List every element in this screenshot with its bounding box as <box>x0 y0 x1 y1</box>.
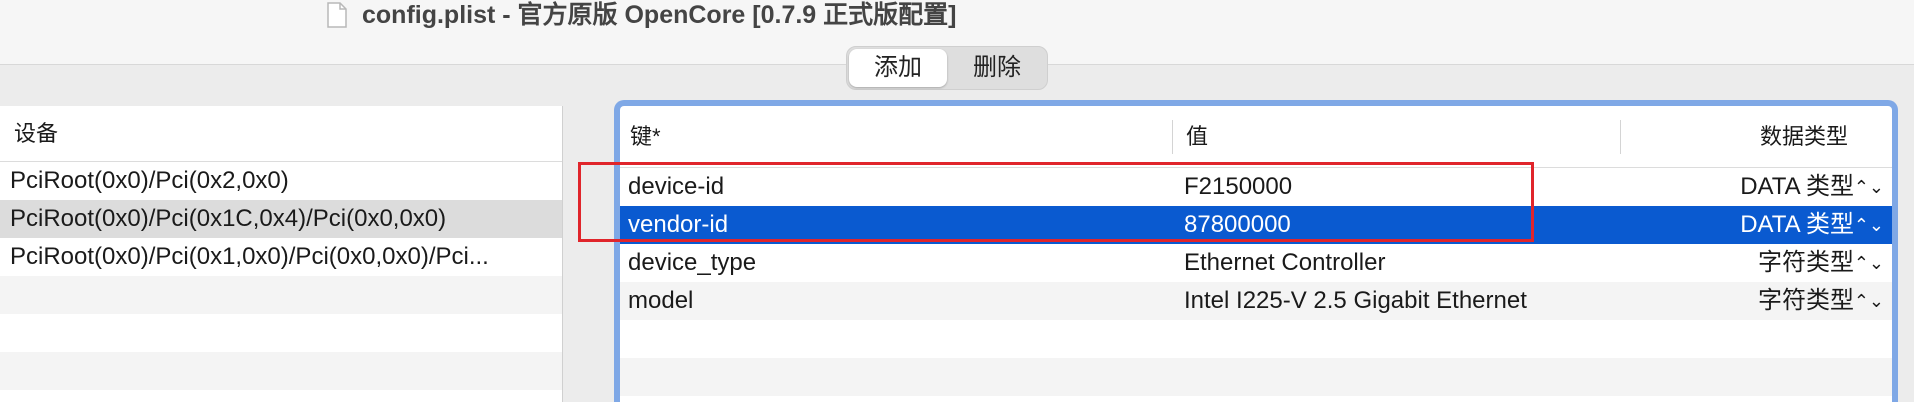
properties-table-header: 键* 值 数据类型 <box>620 106 1892 168</box>
value-column-header[interactable]: 值 <box>1186 106 1208 168</box>
property-row-selected[interactable]: vendor-id 87800000 DATA 类型 ⌃⌄ <box>620 206 1892 244</box>
add-delete-segmented-control: 添加 删除 <box>846 46 1048 90</box>
device-column-header[interactable]: 设备 <box>0 106 562 162</box>
property-value[interactable]: F2150000 <box>1184 168 1292 206</box>
property-key[interactable]: vendor-id <box>628 206 728 244</box>
type-stepper-icon[interactable]: ⌃⌄ <box>1854 244 1884 282</box>
empty-row <box>0 276 562 314</box>
empty-row <box>0 314 562 352</box>
delete-button[interactable]: 删除 <box>949 49 1045 87</box>
property-type[interactable]: 字符类型 <box>1758 244 1854 282</box>
property-type[interactable]: 字符类型 <box>1758 282 1854 320</box>
property-key[interactable]: device-id <box>628 168 724 206</box>
property-value[interactable]: 87800000 <box>1184 206 1291 244</box>
empty-row <box>620 358 1892 396</box>
type-column-header[interactable]: 数据类型 <box>1760 106 1848 168</box>
column-divider[interactable] <box>1172 120 1173 154</box>
properties-table: 键* 值 数据类型 device-id F2150000 DATA 类型 ⌃⌄ … <box>614 100 1898 402</box>
device-row[interactable]: PciRoot(0x0)/Pci(0x1,0x0)/Pci(0x0,0x0)/P… <box>0 238 562 276</box>
column-divider[interactable] <box>1620 120 1621 154</box>
type-stepper-icon[interactable]: ⌃⌄ <box>1854 282 1884 320</box>
property-type[interactable]: DATA 类型 <box>1740 206 1854 244</box>
property-key[interactable]: model <box>628 282 693 320</box>
property-row[interactable]: device-id F2150000 DATA 类型 ⌃⌄ <box>620 168 1892 206</box>
property-type[interactable]: DATA 类型 <box>1740 168 1854 206</box>
empty-row <box>0 352 562 390</box>
property-value[interactable]: Intel I225-V 2.5 Gigabit Ethernet <box>1184 282 1527 320</box>
property-row[interactable]: device_type Ethernet Controller 字符类型 ⌃⌄ <box>620 244 1892 282</box>
type-stepper-icon[interactable]: ⌃⌄ <box>1854 168 1884 206</box>
device-list: 设备 PciRoot(0x0)/Pci(0x2,0x0) PciRoot(0x0… <box>0 106 563 402</box>
property-value[interactable]: Ethernet Controller <box>1184 244 1385 282</box>
device-row[interactable]: PciRoot(0x0)/Pci(0x2,0x0) <box>0 162 562 200</box>
type-stepper-icon[interactable]: ⌃⌄ <box>1854 206 1884 244</box>
property-row[interactable]: model Intel I225-V 2.5 Gigabit Ethernet … <box>620 282 1892 320</box>
add-button[interactable]: 添加 <box>849 49 947 87</box>
key-column-header[interactable]: 键* <box>630 106 661 168</box>
empty-row <box>620 320 1892 358</box>
document-icon <box>327 2 347 28</box>
device-row-selected[interactable]: PciRoot(0x0)/Pci(0x1C,0x4)/Pci(0x0,0x0) <box>0 200 562 238</box>
window-title: config.plist - 官方原版 OpenCore [0.7.9 正式版配… <box>362 1 957 29</box>
property-key[interactable]: device_type <box>628 244 756 282</box>
